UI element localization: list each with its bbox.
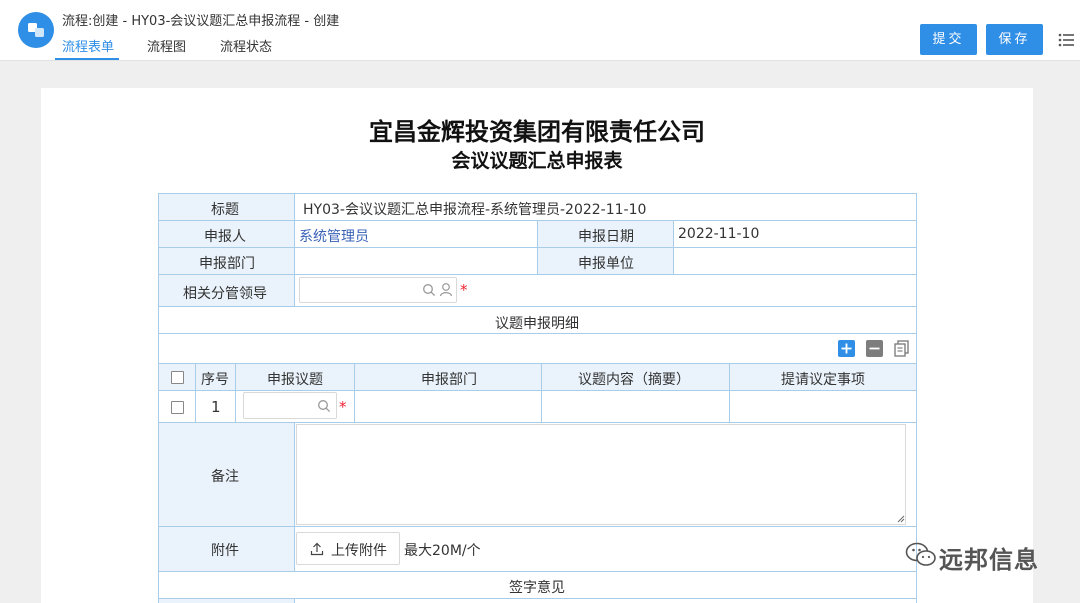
row-index: 1 xyxy=(211,398,221,416)
resize-handle-icon[interactable] xyxy=(897,515,905,523)
sign-section-title: 签字意见 xyxy=(509,580,565,596)
required-mark: * xyxy=(339,398,347,416)
row-checkbox[interactable] xyxy=(171,401,184,414)
tab-status[interactable]: 流程状态 xyxy=(220,36,272,61)
detail-header-dept: 申报部门 xyxy=(354,363,542,391)
select-all-checkbox[interactable] xyxy=(171,371,184,384)
copy-row-icon[interactable] xyxy=(893,339,911,357)
row-content-cell[interactable] xyxy=(541,390,730,423)
table-row xyxy=(158,390,196,423)
upload-label: 上传附件 xyxy=(331,543,387,559)
detail-header-select xyxy=(158,363,196,391)
remove-row-icon[interactable] xyxy=(866,340,883,357)
remarks-value-cell xyxy=(294,422,917,527)
leader-label-cell: 相关分管领导 xyxy=(158,274,295,307)
submit-button[interactable]: 提交 xyxy=(920,24,977,55)
unit-label-cell: 申报单位 xyxy=(537,247,674,275)
column-header-dept: 申报部门 xyxy=(421,372,477,388)
required-mark: * xyxy=(460,281,468,299)
tab-flowchart[interactable]: 流程图 xyxy=(147,36,186,61)
date-value: 2022-11-10 xyxy=(678,226,760,242)
upload-hint: 最大20M/个 xyxy=(404,543,481,559)
search-icon[interactable] xyxy=(317,399,331,413)
list-menu-icon[interactable] xyxy=(1058,32,1076,48)
top-header: 流程:创建 - HY03-会议议题汇总申报流程 - 创建 流程表单 流程图 流程… xyxy=(0,0,1080,61)
detail-header-index: 序号 xyxy=(195,363,236,391)
detail-header-content: 议题内容（摘要） xyxy=(541,363,730,391)
column-header-index: 序号 xyxy=(201,372,229,388)
applicant-label: 申报人 xyxy=(204,229,246,245)
watermark-text: 远邦信息 xyxy=(939,546,1039,574)
leader-browse-input[interactable] xyxy=(299,277,457,303)
detail-section-header: 议题申报明细 xyxy=(158,306,917,334)
active-tab-indicator xyxy=(55,58,119,60)
user-select-icon[interactable] xyxy=(439,282,453,297)
add-row-icon[interactable] xyxy=(838,340,855,357)
sign-section-header: 签字意见 xyxy=(158,571,917,599)
detail-header-topic: 申报议题 xyxy=(235,363,355,391)
applicant-link[interactable]: 系统管理员 xyxy=(299,226,369,246)
wechat-icon xyxy=(905,542,936,566)
row-topic-cell: * xyxy=(235,390,355,423)
column-header-matters: 提请议定事项 xyxy=(781,372,865,388)
title-label-cell: 标题 xyxy=(158,193,295,221)
remarks-textarea[interactable] xyxy=(296,424,906,525)
date-label: 申报日期 xyxy=(578,229,634,245)
save-button[interactable]: 保存 xyxy=(986,24,1043,55)
unit-value-cell[interactable] xyxy=(673,247,917,275)
dept-value-cell[interactable] xyxy=(294,247,538,275)
attachment-value-cell: 上传附件 最大20M/个 xyxy=(294,526,917,572)
date-label-cell: 申报日期 xyxy=(537,220,674,248)
leader-value-cell: * xyxy=(294,274,917,307)
applicant-label-cell: 申报人 xyxy=(158,220,295,248)
unit-label: 申报单位 xyxy=(578,256,634,272)
app-logo-icon xyxy=(18,12,54,48)
detail-header-matters: 提请议定事项 xyxy=(729,363,917,391)
window-title: 流程:创建 - HY03-会议议题汇总申报流程 - 创建 xyxy=(62,14,340,29)
column-header-content: 议题内容（摘要） xyxy=(578,372,690,388)
upload-icon xyxy=(310,542,324,556)
row-dept-cell[interactable] xyxy=(354,390,542,423)
attachment-label-cell: 附件 xyxy=(158,526,295,572)
sign-label-cell xyxy=(158,598,295,603)
title-value-cell[interactable]: HY03-会议议题汇总申报流程-系统管理员-2022-11-10 xyxy=(294,193,917,221)
form-title: 会议议题汇总申报表 xyxy=(451,150,623,172)
title-value: HY03-会议议题汇总申报流程-系统管理员-2022-11-10 xyxy=(303,202,647,218)
dept-label-cell: 申报部门 xyxy=(158,247,295,275)
dept-label: 申报部门 xyxy=(199,256,255,272)
topic-browse-input[interactable] xyxy=(243,392,337,419)
leader-label: 相关分管领导 xyxy=(183,286,267,302)
remarks-label-cell: 备注 xyxy=(158,422,295,527)
column-header-topic: 申报议题 xyxy=(267,372,323,388)
title-label: 标题 xyxy=(211,202,239,218)
attachment-label: 附件 xyxy=(211,543,239,559)
detail-toolbar xyxy=(158,333,917,364)
remarks-label: 备注 xyxy=(211,469,239,485)
upload-attachment-button[interactable]: 上传附件 xyxy=(296,532,400,565)
row-index-cell: 1 xyxy=(195,390,236,423)
search-icon[interactable] xyxy=(422,283,436,297)
sign-value-cell xyxy=(294,598,917,603)
detail-section-title: 议题申报明细 xyxy=(495,316,579,332)
row-matters-cell[interactable] xyxy=(729,390,917,423)
company-name: 宜昌金辉投资集团有限责任公司 xyxy=(369,118,705,146)
date-value-cell[interactable]: 2022-11-10 xyxy=(673,220,917,248)
applicant-value-cell[interactable]: 系统管理员 xyxy=(294,220,538,248)
